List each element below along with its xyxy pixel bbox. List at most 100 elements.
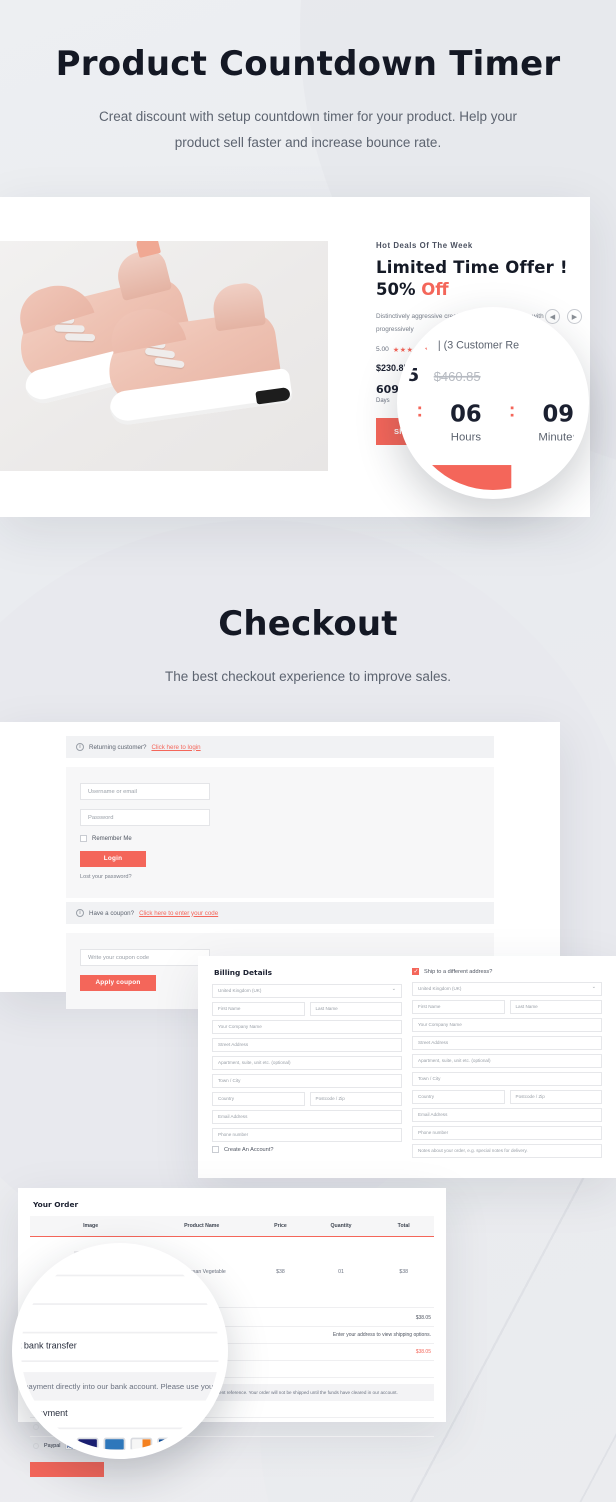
countdown-separator-icon: : (416, 398, 424, 422)
magnified-hours-label: Hours (450, 432, 482, 444)
info-icon: i (76, 909, 84, 917)
magnified-payment-cheque[interactable]: Cheque Payment (14, 1401, 219, 1430)
billing-street-input[interactable]: Street Address (212, 1038, 402, 1052)
coupon-notice-text: Have a coupon? (89, 909, 135, 917)
shipping-country-select[interactable]: United Kingdom (UK) (412, 982, 602, 996)
login-link[interactable]: Click here to login (151, 744, 200, 751)
ship-different-address-checkbox[interactable] (412, 968, 419, 975)
billing-phone-input[interactable]: Phone number (212, 1128, 402, 1142)
shipping-last-name-input[interactable]: Last Name (509, 1000, 602, 1014)
col-total: Total (373, 1216, 434, 1237)
shipping-email-input[interactable]: Email Address (412, 1108, 602, 1122)
shipping-postcode-input[interactable]: Postcode / Zip (509, 1090, 602, 1104)
place-order-button[interactable] (30, 1462, 104, 1477)
lost-password-link[interactable]: Lost your password? (80, 874, 480, 880)
magnified-days-value: 609 (406, 402, 409, 428)
magnified-countdown-timer: 609 Days : 06 Hours : 09 Minutes : 00 Se… (406, 398, 580, 444)
magnified-review-count: | (3 Customer Re (437, 340, 520, 352)
page-root: Product Countdown Timer Creat discount w… (0, 0, 616, 1502)
create-account-row[interactable]: Create An Account? (212, 1146, 402, 1153)
checkout-subtitle: The best checkout experience to improve … (165, 669, 451, 684)
billing-county-input[interactable]: Country (212, 1092, 305, 1106)
password-input[interactable]: Password (80, 809, 210, 826)
col-image: Image (30, 1216, 152, 1237)
ship-different-address-label: Ship to a different address? (424, 968, 493, 975)
countdown-days: 609 Days (376, 383, 399, 404)
magnifier-checkout: Subtotal Shipping Total Direct bank tran… (12, 1243, 228, 1459)
magnified-subtotal-row: Subtotal (21, 1252, 219, 1277)
magnified-minutes-label: Minutes (538, 432, 579, 444)
visa-icon (76, 1437, 99, 1450)
your-order-title: Your Order (33, 1200, 79, 1209)
deal-eyebrow: Hot Deals Of The Week (376, 241, 473, 250)
magnifier-countdown: Distinctively aggressive create quality … (397, 307, 589, 499)
shipping-first-name-input[interactable]: First Name (412, 1000, 505, 1014)
magnified-payment-direct-bank[interactable]: Direct bank transfer (14, 1333, 219, 1362)
create-account-checkbox[interactable] (212, 1146, 219, 1153)
discover-icon (130, 1437, 153, 1450)
remember-me-checkbox[interactable] (80, 835, 87, 842)
login-button[interactable]: Login (80, 851, 146, 867)
product-image (0, 241, 328, 471)
magnified-total-row: Total (21, 1305, 219, 1334)
magnified-label-cheque: Cheque Payment (14, 1409, 68, 1420)
coupon-notice: i Have a coupon? Click here to enter you… (66, 902, 494, 924)
deal-off-word: Off (421, 280, 449, 299)
cell-total: $38 (373, 1236, 434, 1308)
billing-first-name-input[interactable]: First Name (212, 1002, 305, 1016)
magnified-label-direct-bank: Direct bank transfer (14, 1341, 77, 1352)
jcb-icon (157, 1437, 180, 1450)
magnified-price-row: $230.85 $460.85 (406, 364, 580, 385)
amex-icon (103, 1437, 126, 1450)
checkout-title: Checkout (218, 604, 398, 644)
shipping-phone-input[interactable]: Phone number (412, 1126, 602, 1140)
shipping-right-column: Ship to a different address? United King… (412, 966, 602, 1162)
magnified-rating: 5.00 ★★★★★ | (3 Customer Re (406, 339, 580, 354)
order-notes-input[interactable]: Notes about your order, e.g. special not… (412, 1144, 602, 1158)
returning-customer-text: Returning customer? (89, 743, 147, 751)
shipping-town-input[interactable]: Town / City (412, 1072, 602, 1086)
magnified-hours-value: 06 (450, 401, 482, 428)
coupon-link[interactable]: Click here to enter your code (139, 910, 218, 917)
col-quantity: Quantity (308, 1216, 374, 1237)
remember-me-label: Remember Me (92, 835, 132, 842)
countdown-days-label: Days (376, 397, 390, 404)
billing-town-input[interactable]: Town / City (212, 1074, 402, 1088)
col-price: Price (252, 1216, 309, 1237)
billing-apartment-input[interactable]: Apartment, suite, unit etc. (optional) (212, 1056, 402, 1070)
countdown-section-header: Product Countdown Timer Creat discount w… (0, 44, 616, 157)
remember-me-row[interactable]: Remember Me (80, 835, 480, 842)
checkout-section-header: Checkout The best checkout experience to… (0, 604, 616, 690)
col-product-name: Product Name (151, 1216, 253, 1237)
table-header-row: Image Product Name Price Quantity Total (30, 1216, 434, 1237)
billing-company-input[interactable]: Your Company Name (212, 1020, 402, 1034)
magnified-countdown-minutes: 09 Minutes (523, 402, 580, 444)
billing-email-input[interactable]: Email Address (212, 1110, 402, 1124)
magnified-order-totals: Subtotal Shipping Total (21, 1252, 219, 1334)
billing-country-select[interactable]: United Kingdom (UK) (212, 984, 402, 998)
create-account-label: Create An Account? (224, 1146, 274, 1153)
subtotal-value: $38.05 (415, 1315, 431, 1321)
username-input[interactable]: Username or email (80, 783, 210, 800)
cell-price: $38 (252, 1236, 309, 1308)
shipping-apartment-input[interactable]: Apartment, suite, unit etc. (optional) (412, 1054, 602, 1068)
countdown-separator-icon: : (508, 398, 516, 422)
coupon-code-input[interactable]: Write your coupon code (80, 949, 210, 966)
billing-postcode-input[interactable]: Postcode / Zip (309, 1092, 402, 1106)
magnified-bank-note: Make your payment directly into our bank… (21, 1372, 219, 1401)
billing-last-name-input[interactable]: Last Name (309, 1002, 402, 1016)
info-icon: i (76, 743, 84, 751)
deal-title: Limited Time Offer ! (376, 258, 568, 277)
shipping-county-input[interactable]: Country (412, 1090, 505, 1104)
shipping-street-input[interactable]: Street Address (412, 1036, 602, 1050)
apply-coupon-button[interactable]: Apply coupon (80, 975, 156, 991)
ship-different-address-row[interactable]: Ship to a different address? (412, 968, 602, 975)
login-form: Username or email Password Remember Me L… (66, 767, 494, 898)
mastercard-icon (49, 1437, 72, 1450)
magnified-price-original: $460.85 (433, 369, 481, 384)
billing-details-title: Billing Details (214, 968, 273, 977)
countdown-subtitle: Creat discount with setup countdown time… (99, 109, 517, 151)
shipping-company-input[interactable]: Your Company Name (412, 1018, 602, 1032)
sneaker-front-icon (103, 280, 294, 427)
returning-customer-notice: i Returning customer? Click here to logi… (66, 736, 494, 758)
